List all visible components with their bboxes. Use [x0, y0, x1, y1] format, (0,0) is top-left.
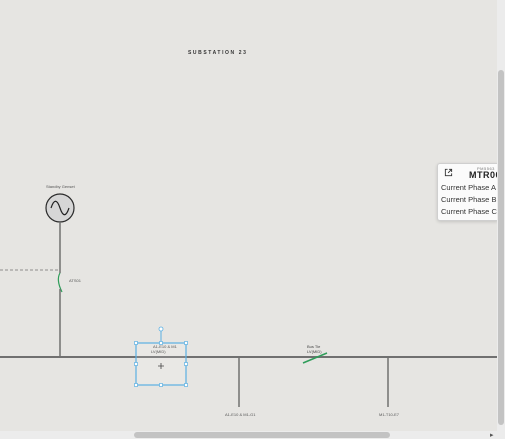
meter-row-phase-b[interactable]: Current Phase B: [441, 195, 496, 204]
rotate-handle[interactable]: [158, 326, 164, 332]
generator-label: Standby Genset: [46, 184, 75, 189]
bus-tie-sublabel: LV(MID): [307, 349, 322, 354]
resize-handle-nw[interactable]: [134, 341, 138, 345]
meter-row-phase-c[interactable]: Current Phase C: [441, 207, 497, 216]
vertical-scroll-thumb[interactable]: [498, 70, 504, 425]
resize-handle-w[interactable]: [134, 362, 138, 366]
feeder-label-2: M1-T10-E7: [379, 412, 400, 417]
selected-breaker-sublabel: LV(MID): [151, 349, 166, 354]
vertical-scrollbar[interactable]: [497, 0, 505, 431]
resize-handle-s[interactable]: [159, 383, 163, 387]
ats-label: ATS01: [69, 278, 81, 283]
meter-popup-card[interactable]: PM5563 MTR001 Current Phase A Current Ph…: [437, 163, 498, 221]
feeder-label-1: A1-E10 & M1-G1: [225, 412, 256, 417]
diagram-title: SUBSTATION 23: [188, 50, 248, 56]
resize-handle-e[interactable]: [184, 362, 188, 366]
horizontal-scrollbar[interactable]: ▸: [0, 431, 497, 439]
external-link-icon[interactable]: [444, 168, 453, 177]
resize-handle-ne[interactable]: [184, 341, 188, 345]
scroll-right-arrow-icon[interactable]: ▸: [490, 431, 494, 439]
scrollbar-corner: [497, 431, 505, 439]
meter-title: MTR001: [469, 170, 498, 180]
resize-handle-sw[interactable]: [134, 383, 138, 387]
meter-row-phase-a[interactable]: Current Phase A: [441, 183, 496, 192]
horizontal-scroll-thumb[interactable]: [134, 432, 390, 438]
resize-handle-se[interactable]: [184, 383, 188, 387]
selected-breaker[interactable]: [134, 326, 188, 387]
diagram-canvas[interactable]: [0, 0, 497, 431]
